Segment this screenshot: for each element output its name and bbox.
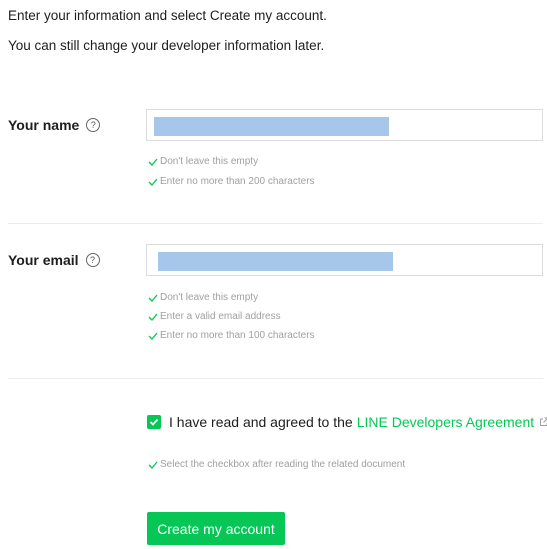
email-input[interactable] (146, 244, 543, 276)
check-icon (148, 313, 158, 321)
check-icon (148, 178, 158, 186)
check-icon (148, 158, 158, 166)
agreement-row: I have read and agreed to the LINE Devel… (147, 414, 547, 430)
create-account-button[interactable]: Create my account (147, 512, 285, 545)
name-label-text: Your name (8, 117, 80, 133)
agreement-text: I have read and agreed to the (169, 414, 353, 430)
divider (8, 223, 543, 224)
check-icon (148, 332, 158, 340)
check-icon (148, 294, 158, 302)
name-input[interactable] (146, 109, 543, 141)
agreement-hint: Select the checkbox after reading the re… (148, 459, 405, 470)
intro-text-1: Enter your information and select Create… (8, 8, 327, 23)
check-icon (149, 418, 159, 426)
name-label: Your name ? (8, 117, 101, 133)
email-label-text: Your email (8, 252, 79, 268)
redacted-value (154, 117, 389, 136)
developers-agreement-link[interactable]: LINE Developers Agreement (357, 414, 534, 430)
email-label: Your email ? (8, 252, 100, 268)
email-hint-empty: Don't leave this empty (148, 292, 258, 303)
email-hint-length: Enter no more than 100 characters (148, 330, 315, 341)
check-icon (148, 461, 158, 469)
name-hint-length: Enter no more than 200 characters (148, 176, 315, 187)
help-circle-icon[interactable]: ? (85, 253, 100, 267)
email-hint-valid: Enter a valid email address (148, 311, 281, 322)
redacted-value (158, 252, 393, 271)
divider (8, 378, 543, 379)
name-hint-empty: Don't leave this empty (148, 156, 258, 167)
agreement-checkbox[interactable] (147, 415, 161, 429)
external-link-icon[interactable] (539, 417, 547, 427)
help-circle-icon[interactable]: ? (86, 118, 101, 132)
intro-text-2: You can still change your developer info… (8, 38, 325, 53)
